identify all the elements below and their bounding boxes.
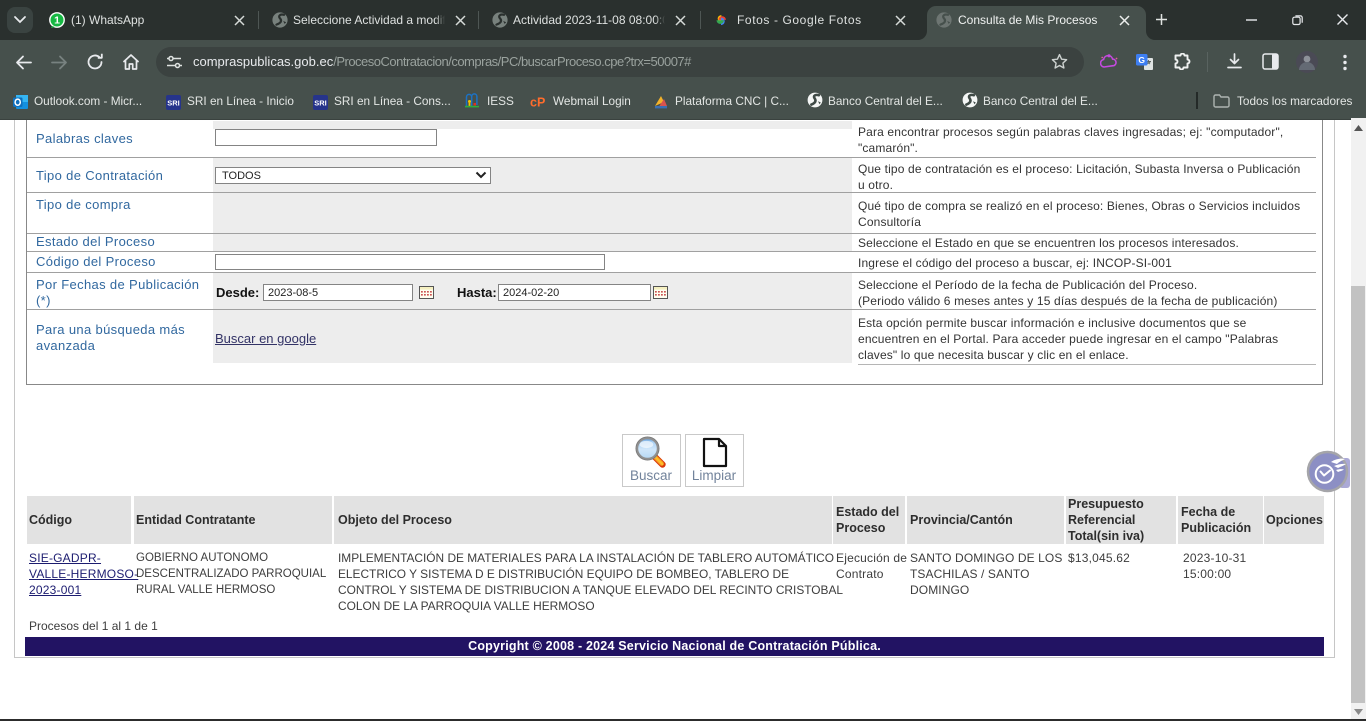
svg-text:SRI: SRI — [314, 99, 327, 108]
svg-text:SRI: SRI — [167, 99, 180, 108]
svg-text:cP: cP — [530, 96, 545, 110]
svg-text:1: 1 — [54, 15, 60, 27]
svg-text:G: G — [1138, 55, 1145, 65]
